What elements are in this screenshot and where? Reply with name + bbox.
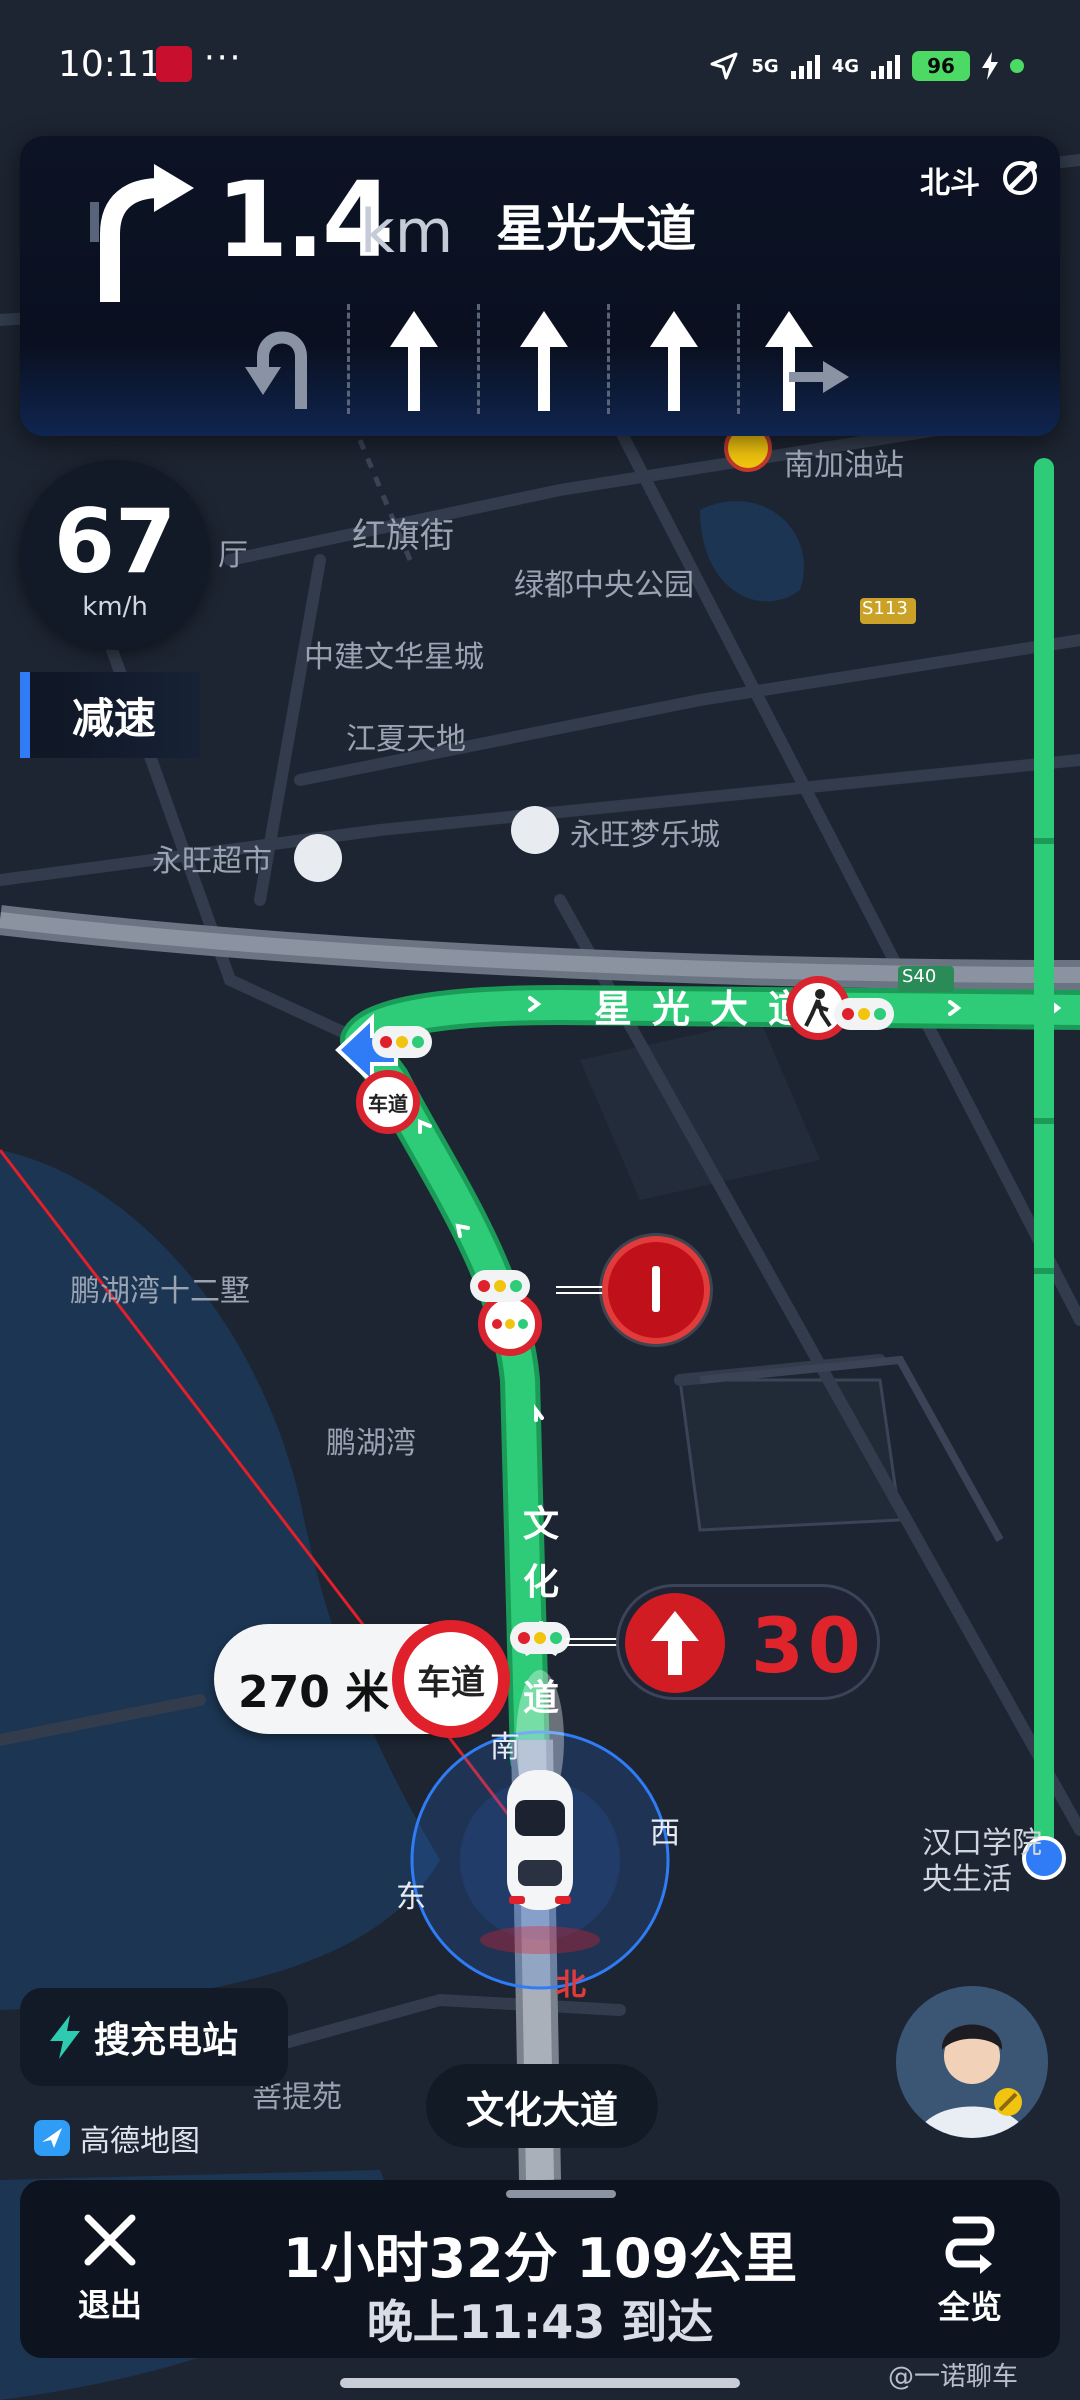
- guidance-panel[interactable]: 1.4 km 星光大道 北斗: [20, 136, 1060, 436]
- highway-shield-label: S40: [902, 966, 937, 987]
- exit-label: 退出: [77, 2286, 142, 2324]
- lane-guidance: [220, 304, 880, 414]
- trip-eta: 晚上11:43 到达: [366, 2295, 714, 2349]
- satellite-icon: [1003, 161, 1037, 195]
- route-overview-label: 全览: [937, 2288, 1002, 2326]
- network-5g-label: 5G: [751, 55, 779, 77]
- current-speed-value: 67: [53, 490, 177, 593]
- clock: 10:11: [58, 44, 162, 85]
- warning-alert-icon[interactable]: [602, 1236, 710, 1344]
- slow-down-alert: 减速: [20, 672, 200, 758]
- map-label: 江夏天地: [346, 722, 466, 757]
- traffic-light-icon: [510, 1622, 570, 1654]
- signal-5g-icon: [790, 53, 820, 79]
- positioning-system-label: 北斗: [920, 166, 980, 201]
- trip-remaining: 1小时32分 109公里: [282, 2227, 798, 2290]
- map-label: 鹏湖湾: [326, 1426, 416, 1461]
- traffic-light-icon: [834, 998, 894, 1030]
- lane-straight-icon: [610, 304, 740, 414]
- highway-shield-label: S113: [862, 598, 908, 619]
- search-charging-label: 搜充电站: [94, 2020, 239, 2061]
- map-label: 南加油站: [784, 448, 904, 483]
- speed-limit-sign: 30: [616, 1584, 880, 1700]
- map-label: 绿都中央公园: [514, 568, 694, 603]
- search-charging-button[interactable]: 搜充电站: [20, 1988, 288, 2086]
- map-label: 红旗街: [352, 516, 454, 556]
- battery-icon: 96: [912, 51, 970, 81]
- lane-straight-icon: [480, 304, 610, 414]
- lane-distance-unit: 米: [345, 1667, 390, 1718]
- signal-4g-icon: [871, 53, 900, 79]
- current-road-label: 文化大道: [426, 2064, 658, 2148]
- map-label: 鹏湖湾十二墅: [70, 1274, 250, 1309]
- watermark: @一诺聊车: [888, 2362, 1019, 2392]
- securities-app-icon: [156, 46, 192, 82]
- traffic-light-icon: [372, 1026, 432, 1058]
- voice-assistant-avatar[interactable]: [896, 1986, 1048, 2138]
- network-4g-label: 4G: [831, 55, 859, 77]
- speed-limit-value: 30: [751, 1601, 865, 1690]
- more-notifications-icon: ···: [204, 38, 243, 78]
- maneuver-distance-unit: km: [360, 197, 454, 267]
- status-dot-icon: [1010, 59, 1024, 73]
- close-icon: [84, 2214, 136, 2266]
- lightning-icon: [50, 2015, 80, 2059]
- compass-south: 南: [490, 1730, 520, 1765]
- current-speed-unit: km/h: [82, 592, 148, 622]
- amap-logo-label: 高德地图: [80, 2124, 200, 2159]
- map-label: 永旺超市: [152, 844, 272, 879]
- drag-handle[interactable]: [506, 2190, 616, 2198]
- charging-bolt-icon: [982, 52, 998, 80]
- compass-north: 北: [556, 1968, 586, 2003]
- status-icons: 5G 4G 96: [709, 46, 1024, 86]
- avatar-portrait: [896, 1986, 1048, 2138]
- lane-straight-icon: [350, 304, 480, 414]
- status-bar: 10:11 ··· 5G 4G 96: [0, 0, 1080, 130]
- route-overview-icon: [945, 2216, 995, 2274]
- trip-summary-bar: 退出 1小时32分 109公里 晚上11:43 到达 全览: [20, 2180, 1060, 2358]
- lane-distance-value: 270: [238, 1667, 330, 1718]
- traffic-light-icon: [470, 1270, 530, 1302]
- current-speed-widget: 67 km/h: [20, 460, 210, 650]
- route-progress-bar: [1034, 458, 1054, 1858]
- next-road-name: 星光大道: [496, 200, 696, 258]
- vehicle-marker: [507, 1770, 573, 1910]
- map-label: 厅: [218, 538, 248, 573]
- amap-logo-icon: [34, 2120, 70, 2156]
- route-overview-button[interactable]: 全览: [920, 2210, 1020, 2328]
- home-indicator[interactable]: [340, 2378, 740, 2388]
- turn-right-arrow-icon: [90, 164, 194, 302]
- lane-uturn-icon: [220, 304, 350, 414]
- road-label-vertical: 文化大道: [522, 1504, 559, 1719]
- connector-line: [566, 1638, 620, 1646]
- map-label: 永旺梦乐城: [570, 818, 720, 853]
- location-arrow-icon: [710, 52, 738, 80]
- lane-restriction-sign[interactable]: 车道: [356, 1070, 420, 1134]
- compass-east: 东: [396, 1880, 426, 1915]
- map-label: 央生活: [922, 1862, 1012, 1897]
- map-label: 中建文华星城: [304, 640, 484, 675]
- compass-west: 西: [650, 1816, 680, 1851]
- connector-line: [556, 1286, 606, 1294]
- amap-logo: 高德地图: [34, 2116, 200, 2160]
- lane-straight-right-icon: [740, 304, 870, 414]
- straight-arrow-icon: [625, 1593, 725, 1693]
- exit-navigation-button[interactable]: 退出: [60, 2210, 160, 2326]
- lane-restriction-sign[interactable]: 车道: [392, 1620, 510, 1738]
